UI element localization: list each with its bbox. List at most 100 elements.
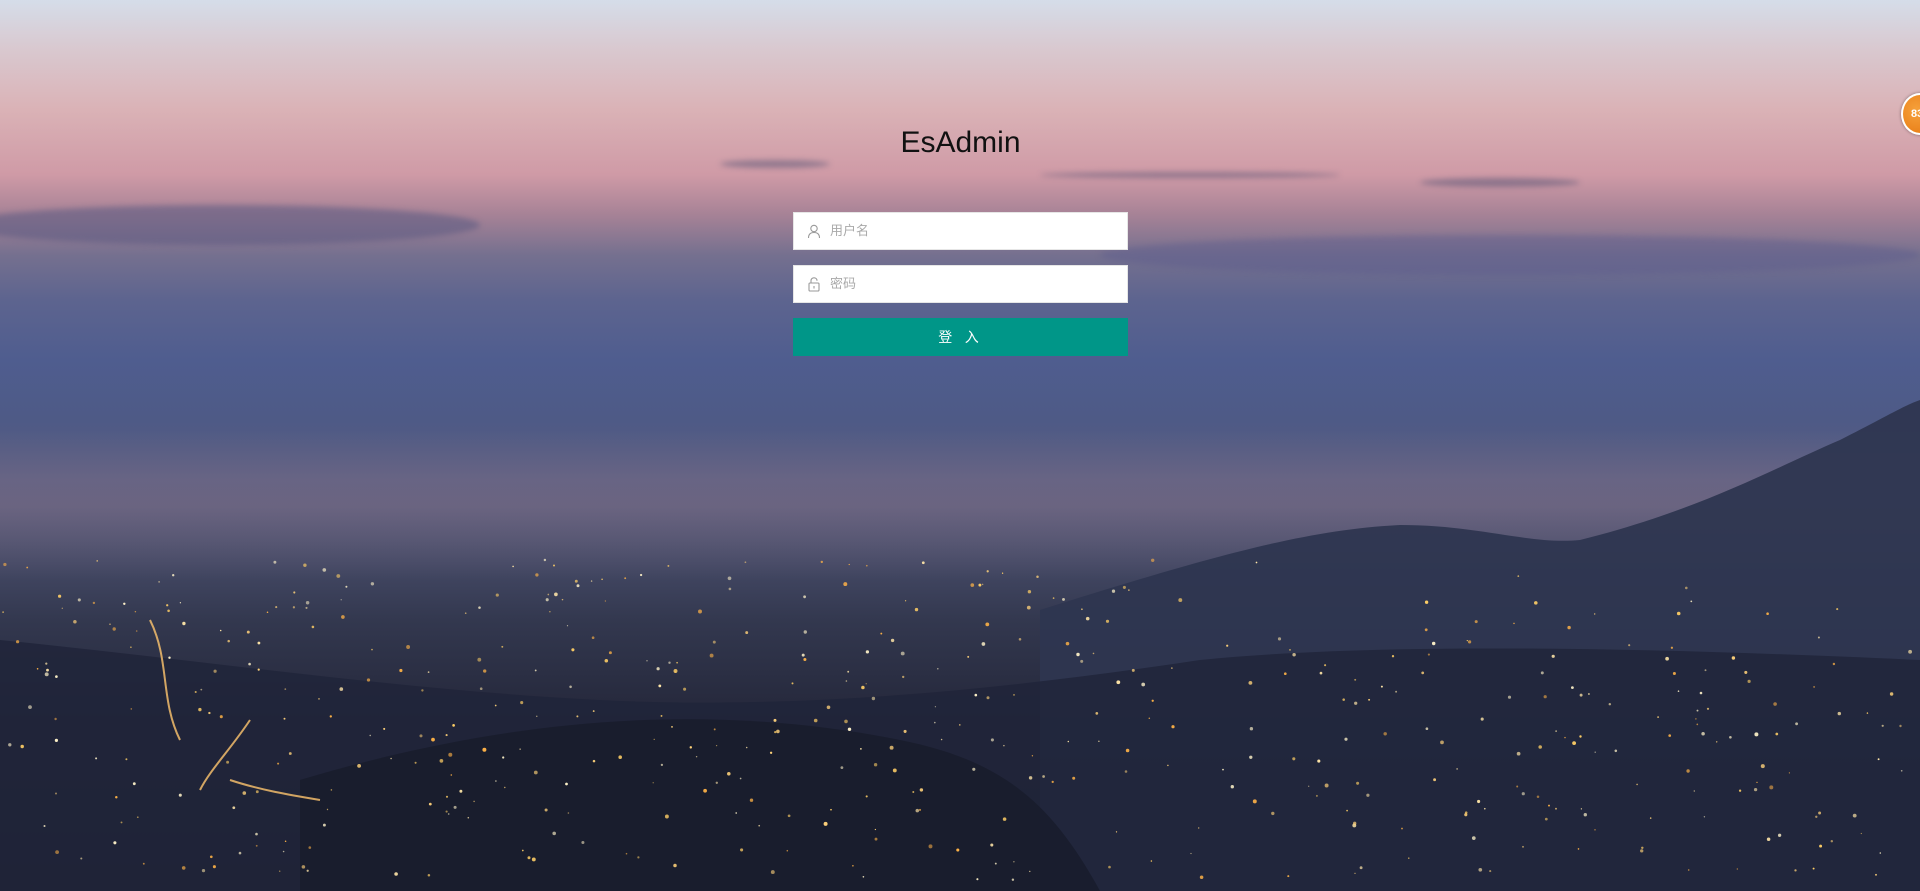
- username-input[interactable]: [830, 213, 1120, 249]
- city-light: [1540, 671, 1544, 675]
- city-light: [501, 645, 504, 648]
- city-light: [1551, 654, 1555, 658]
- city-light: [1346, 809, 1348, 812]
- city-light: [1775, 732, 1779, 736]
- city-light: [1011, 878, 1015, 881]
- city-light: [1583, 813, 1587, 817]
- city-light: [745, 631, 749, 635]
- city-light: [1879, 852, 1882, 854]
- city-light: [44, 672, 49, 677]
- city-light: [618, 755, 622, 759]
- city-light: [639, 573, 643, 577]
- city-light: [695, 755, 698, 758]
- city-light: [990, 843, 994, 847]
- city-light: [414, 761, 417, 764]
- city-light: [301, 865, 306, 869]
- city-light: [698, 609, 702, 614]
- city-light: [608, 651, 612, 655]
- city-light: [80, 857, 83, 860]
- city-light: [981, 583, 984, 586]
- city-light: [213, 669, 217, 673]
- city-light: [676, 661, 678, 664]
- city-light: [770, 870, 775, 875]
- city-light: [339, 687, 344, 691]
- city-light: [2, 611, 4, 613]
- city-light: [604, 658, 609, 663]
- city-light: [1815, 815, 1818, 818]
- city-light: [1695, 718, 1697, 720]
- city-light: [1534, 601, 1538, 605]
- city-light: [709, 653, 714, 658]
- city-light: [549, 611, 551, 613]
- city-light: [172, 574, 175, 577]
- city-light: [182, 621, 186, 626]
- city-light: [1513, 622, 1515, 625]
- city-light: [974, 693, 978, 697]
- city-light: [3, 562, 7, 567]
- city-light: [16, 640, 20, 644]
- city-light: [1324, 664, 1327, 667]
- city-light: [306, 869, 309, 872]
- city-light: [791, 682, 794, 685]
- city-light: [915, 808, 920, 813]
- city-light: [1424, 600, 1429, 604]
- city-light: [566, 625, 569, 627]
- city-light: [569, 685, 572, 689]
- city-light: [73, 619, 77, 624]
- city-light: [283, 717, 286, 720]
- city-light: [1431, 641, 1436, 646]
- city-light: [740, 848, 744, 852]
- city-light: [194, 690, 197, 694]
- city-light: [1421, 671, 1425, 675]
- city-light: [293, 591, 296, 594]
- city-light: [871, 696, 876, 701]
- city-light: [1018, 638, 1022, 641]
- city-light: [919, 788, 924, 792]
- city-light: [671, 725, 673, 728]
- city-light: [1817, 636, 1820, 639]
- city-light: [340, 599, 342, 601]
- city-light: [637, 856, 640, 859]
- login-button[interactable]: 登 入: [793, 318, 1128, 356]
- city-light: [238, 851, 242, 855]
- city-light: [1756, 781, 1758, 784]
- city-light: [345, 585, 348, 588]
- city-light: [1687, 869, 1690, 871]
- city-light: [1877, 758, 1880, 761]
- city-light: [653, 738, 655, 741]
- city-light: [200, 688, 203, 691]
- city-light: [483, 669, 487, 673]
- username-field[interactable]: [793, 212, 1128, 250]
- password-input[interactable]: [830, 266, 1120, 302]
- city-light: [758, 824, 761, 827]
- city-light: [96, 560, 98, 562]
- city-light: [1536, 795, 1540, 798]
- city-light: [1391, 655, 1395, 658]
- city-light: [55, 675, 58, 678]
- city-light: [459, 789, 463, 793]
- city-light: [178, 793, 182, 797]
- city-light: [1738, 789, 1742, 792]
- city-light: [419, 734, 423, 738]
- city-light: [1116, 680, 1121, 685]
- city-light: [986, 570, 989, 573]
- city-light: [576, 584, 580, 588]
- city-light: [1900, 769, 1903, 772]
- city-light: [1577, 848, 1580, 850]
- city-light: [1013, 694, 1015, 696]
- city-light: [1141, 682, 1146, 687]
- city-light: [1085, 616, 1090, 621]
- city-light: [1080, 659, 1084, 663]
- password-field[interactable]: [793, 265, 1128, 303]
- city-light: [1167, 764, 1169, 767]
- city-light: [847, 670, 850, 673]
- city-light: [1150, 860, 1153, 862]
- city-light: [1366, 793, 1370, 797]
- city-light: [986, 696, 990, 700]
- city-light: [1029, 870, 1031, 873]
- city-light: [1031, 755, 1034, 757]
- city-light: [1354, 678, 1357, 681]
- city-light: [1028, 776, 1033, 780]
- city-light: [874, 828, 877, 831]
- city-light: [1754, 732, 1759, 737]
